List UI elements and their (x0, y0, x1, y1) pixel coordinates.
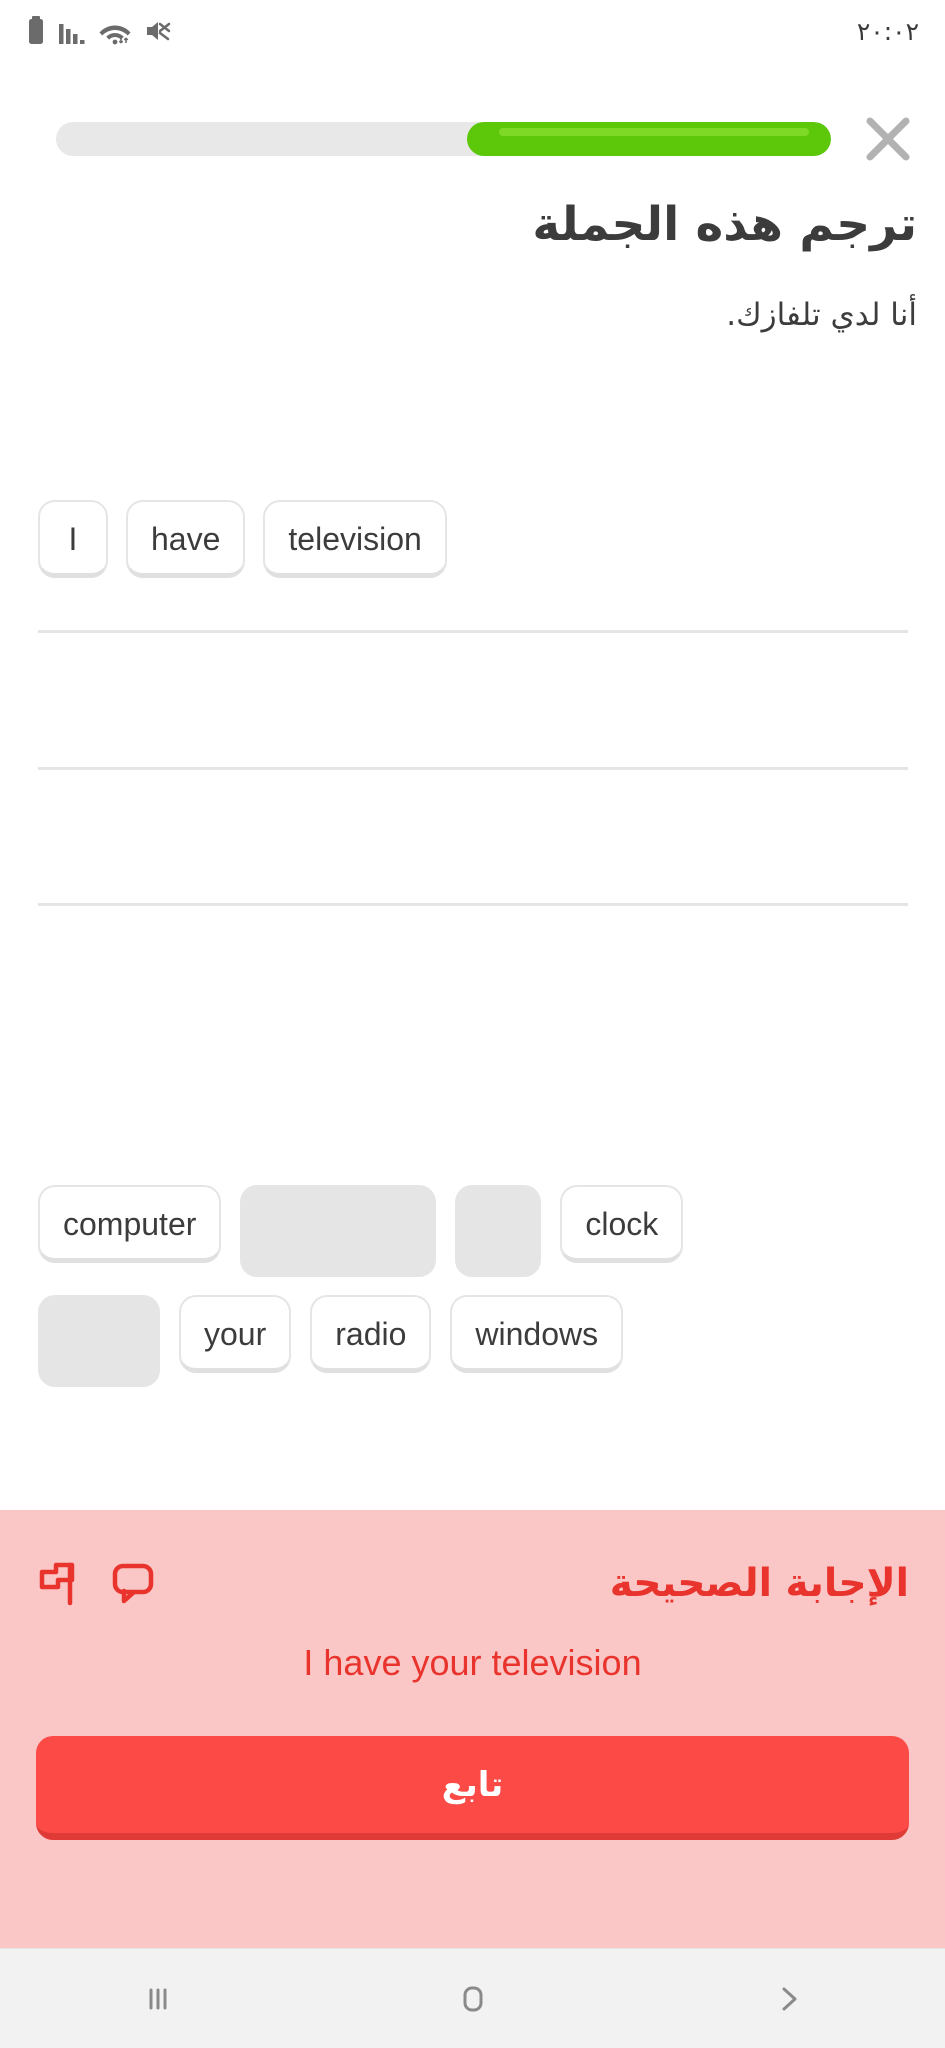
feedback-action-icons (36, 1559, 156, 1607)
word-bank-tile[interactable]: computer (38, 1185, 222, 1263)
status-bar-icons (26, 16, 173, 46)
battery-icon (29, 16, 43, 44)
selected-word-tile[interactable]: television (263, 500, 447, 578)
speech-bubble-icon[interactable] (110, 1560, 156, 1606)
recents-icon (149, 1988, 166, 2009)
answer-area: Ihave television (0, 500, 945, 920)
mute-icon (147, 22, 171, 41)
word-bank-row: computer clock (38, 1185, 907, 1277)
exercise-sentence: أنا لدي تلفازك. (726, 297, 917, 333)
answer-line-2 (38, 767, 908, 770)
home-button[interactable] (413, 1949, 533, 2048)
lesson-progress-bar (56, 122, 831, 156)
home-icon (463, 1986, 482, 2011)
wifi-icon (99, 25, 131, 45)
word-bank-tile[interactable]: windows (450, 1295, 624, 1373)
back-button[interactable] (728, 1949, 848, 2048)
word-bank: computer clock your radio windows (0, 1185, 945, 1387)
word-bank-empty-slot (455, 1185, 542, 1277)
close-lesson-button[interactable] (857, 108, 919, 170)
close-icon (866, 117, 910, 161)
selected-words-row: Ihave television (38, 500, 447, 578)
back-icon (782, 1987, 796, 2010)
lesson-progress-fill (466, 122, 831, 156)
status-bar-clock: ٢٠:٠٢ (857, 17, 919, 46)
correct-answer-text: I have your television (303, 1642, 642, 1683)
answer-line-1 (38, 630, 908, 633)
word-bank-row: your radio windows (38, 1295, 907, 1387)
word-bank-tile[interactable]: clock (560, 1185, 684, 1263)
word-bank-tile[interactable]: your (179, 1295, 292, 1373)
selected-word-tile[interactable]: have (126, 500, 246, 578)
feedback-header: الإجابة الصحيحة (36, 1552, 909, 1614)
answer-line-3 (38, 903, 908, 906)
word-bank-empty-slot (38, 1295, 160, 1387)
selected-word-tile[interactable]: I (38, 500, 108, 578)
feedback-title: الإجابة الصحيحة (609, 1560, 909, 1606)
app-screen: ٢٠:٠٢ ترجم هذه الجملة أنا لدي تلفازك. Ih… (0, 0, 945, 2048)
word-bank-tile[interactable]: radio (310, 1295, 432, 1373)
android-nav-bar (0, 1948, 945, 2048)
status-time-label: ٢٠:٠٢ (856, 16, 919, 46)
exercise-title: ترجم هذه الجملة (532, 197, 917, 252)
word-bank-empty-slot (240, 1185, 437, 1277)
progress-gloss (498, 128, 809, 136)
feedback-banner: الإجابة الصحيحة I have your television ت… (0, 1510, 945, 1948)
lesson-header (0, 93, 945, 185)
android-status-bar: ٢٠:٠٢ (0, 0, 945, 62)
recents-button[interactable] (98, 1949, 218, 2048)
signal-icon (59, 24, 85, 44)
continue-button[interactable]: تابع (36, 1736, 909, 1840)
flag-icon[interactable] (36, 1559, 82, 1607)
